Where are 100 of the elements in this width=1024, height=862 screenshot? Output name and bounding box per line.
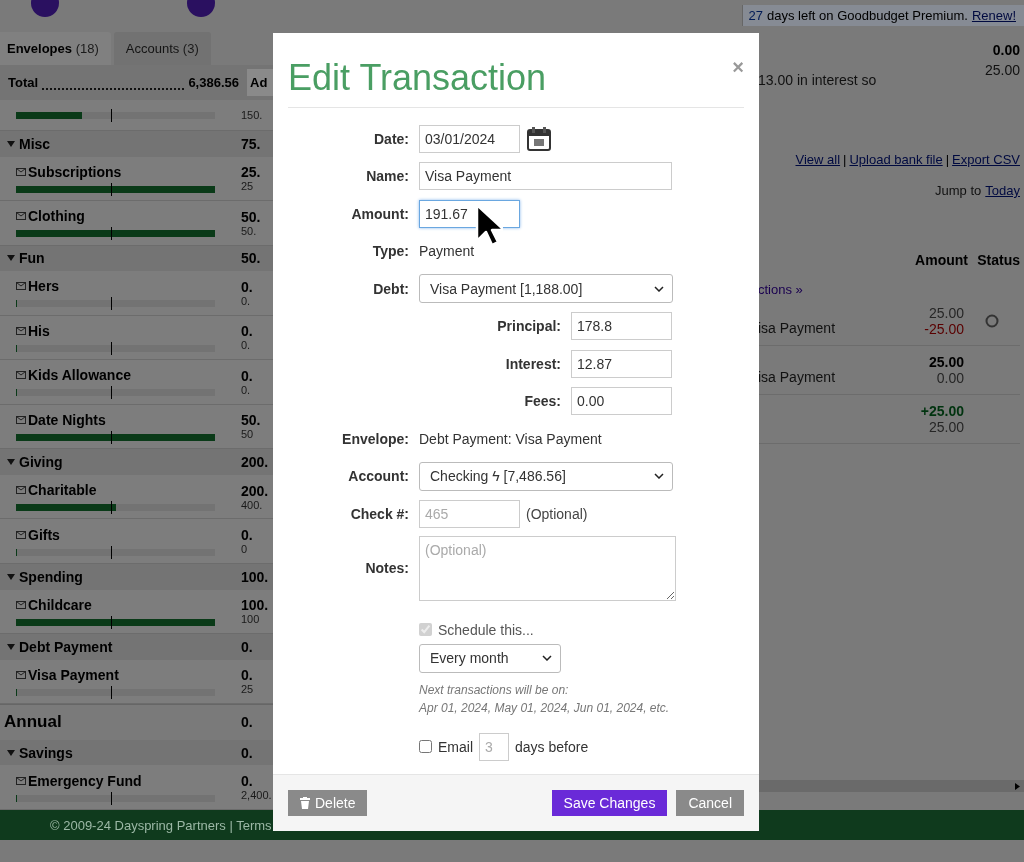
budget-marker (111, 791, 112, 805)
chevron-down-icon (654, 285, 664, 292)
column-header: Amount (915, 252, 968, 268)
group-name: Spending (19, 568, 84, 585)
envelope-name[interactable]: His (28, 322, 50, 339)
group-row[interactable]: Savings 0. (0, 739, 273, 766)
caret-icon (7, 255, 15, 262)
envelope-name[interactable]: Kids Allowance (28, 367, 131, 384)
envelope-budget: 25 (241, 180, 255, 193)
envelope-amount: 0. (241, 667, 254, 684)
dialog-title: Edit Transaction (288, 57, 547, 99)
delete-button[interactable]: Delete (288, 790, 368, 816)
trash-icon (300, 797, 310, 809)
budget-marker (111, 430, 112, 444)
name-field[interactable]: Visa Payment (419, 162, 672, 191)
envelope-amount: 0. (241, 367, 254, 384)
envelope-name[interactable]: Gifts (28, 526, 60, 543)
field-value: Debt Payment: Visa Payment (419, 430, 602, 447)
group-amount: 0. (241, 744, 254, 761)
field-label: Check #: (349, 505, 409, 522)
sidebar-tab[interactable]: Accounts (3) (113, 31, 211, 65)
envelope-name[interactable]: Date Nights (28, 411, 106, 428)
envelope-icon (16, 776, 26, 785)
caret-icon (7, 643, 15, 650)
action-link[interactable]: Export CSV (952, 152, 1020, 167)
envelope-budget: 150. (241, 109, 264, 121)
amount-field[interactable]: 0.00 (571, 387, 672, 416)
group-row[interactable]: Misc 75. (0, 130, 273, 157)
group-amount: 75. (241, 135, 262, 152)
envelope-icon (16, 486, 26, 495)
envelope-name[interactable]: Hers (28, 278, 60, 295)
check-number-field[interactable]: 465 (419, 499, 520, 528)
field-value: Payment (419, 243, 475, 260)
arrow-right-icon[interactable] (1015, 782, 1020, 790)
budget-marker (111, 297, 112, 311)
envelope-name[interactable]: Clothing (28, 208, 85, 225)
field-label: Debt: (372, 280, 409, 297)
envelope-icon (16, 415, 26, 424)
envelope-amount: 0. (241, 527, 254, 544)
balance-cell: 25.00 (928, 419, 964, 435)
renew-link[interactable]: Renew! (971, 8, 1016, 23)
save-button[interactable]: Save Changes (551, 790, 668, 816)
field-label: Interest: (504, 355, 561, 372)
envelope-budget: 0. (241, 383, 252, 396)
envelope-budget: 50 (241, 428, 255, 441)
section-name: Annual (4, 712, 63, 733)
group-row[interactable]: Fun 50. (0, 245, 273, 272)
close-button[interactable]: × (732, 57, 744, 77)
envelope-icon (16, 212, 26, 221)
amount-cell: +25.00 (920, 403, 964, 419)
section-amount: 0. (241, 714, 254, 731)
sidebar-tab[interactable]: Envelopes (18) (0, 31, 111, 65)
chevron-down-icon (654, 473, 664, 480)
total-amount: 6,386.56 (188, 74, 239, 90)
group-amount: 100. (241, 568, 270, 585)
date-field[interactable]: 03/01/2024 (419, 124, 520, 153)
email-checkbox[interactable] (419, 740, 432, 753)
schedule-note: Next transactions will be on: (419, 681, 569, 699)
amount-field[interactable]: 178.8 (571, 312, 672, 341)
amount-field[interactable]: 12.87 (571, 349, 672, 378)
dropdown[interactable]: Visa Payment [1,188.00] (419, 274, 673, 304)
calendar-icon[interactable] (526, 125, 552, 152)
group-amount: 50. (241, 250, 262, 267)
envelope-name[interactable]: Childcare (28, 596, 92, 613)
group-name: Debt Payment (19, 638, 114, 655)
envelope-amount: 50. (241, 412, 262, 429)
budget-marker (111, 227, 112, 241)
days-count: 27 (748, 8, 764, 23)
add-button[interactable]: Ad (247, 68, 273, 96)
budget-marker (111, 182, 112, 196)
amount-cell: 25.00 (928, 305, 964, 321)
group-row[interactable]: Giving 200. (0, 449, 273, 475)
days-label: days before (515, 738, 589, 755)
group-row[interactable]: Debt Payment 0. (0, 634, 273, 660)
envelope-amount: 0. (241, 323, 254, 340)
caret-icon (7, 459, 15, 465)
field-label: Account: (347, 468, 409, 485)
envelope-budget: 100 (241, 613, 261, 626)
envelope-amount: 200. (241, 482, 270, 499)
payee-cell-text: isa Payment (758, 320, 837, 336)
group-row[interactable]: Spending 100. (0, 563, 273, 590)
envelope-name[interactable]: Visa Payment (28, 666, 119, 683)
transactions-link[interactable]: ctions » (758, 282, 1020, 297)
email-label: Email (438, 738, 473, 755)
dropdown[interactable]: Checking ϟ [7,486.56] (419, 461, 673, 491)
action-link[interactable]: Upload bank file (849, 152, 943, 167)
envelope-budget: 0. (241, 294, 252, 307)
cancel-button[interactable]: Cancel (676, 790, 744, 816)
days-field[interactable]: 3 (479, 732, 509, 761)
status-circle-icon[interactable] (985, 314, 999, 328)
envelope-name[interactable]: Subscriptions (28, 163, 122, 180)
column-header: Status (976, 252, 1020, 268)
notes-field[interactable]: (Optional) (419, 535, 676, 601)
today-link[interactable]: Today (985, 183, 1020, 198)
action-link[interactable]: View all (795, 152, 841, 167)
envelope-name[interactable]: Emergency Fund (28, 772, 142, 789)
schedule-label: Schedule this... (438, 621, 534, 638)
envelope-amount: 0. (241, 773, 254, 790)
group-amount: 200. (241, 454, 270, 470)
envelope-name[interactable]: Charitable (28, 482, 97, 499)
